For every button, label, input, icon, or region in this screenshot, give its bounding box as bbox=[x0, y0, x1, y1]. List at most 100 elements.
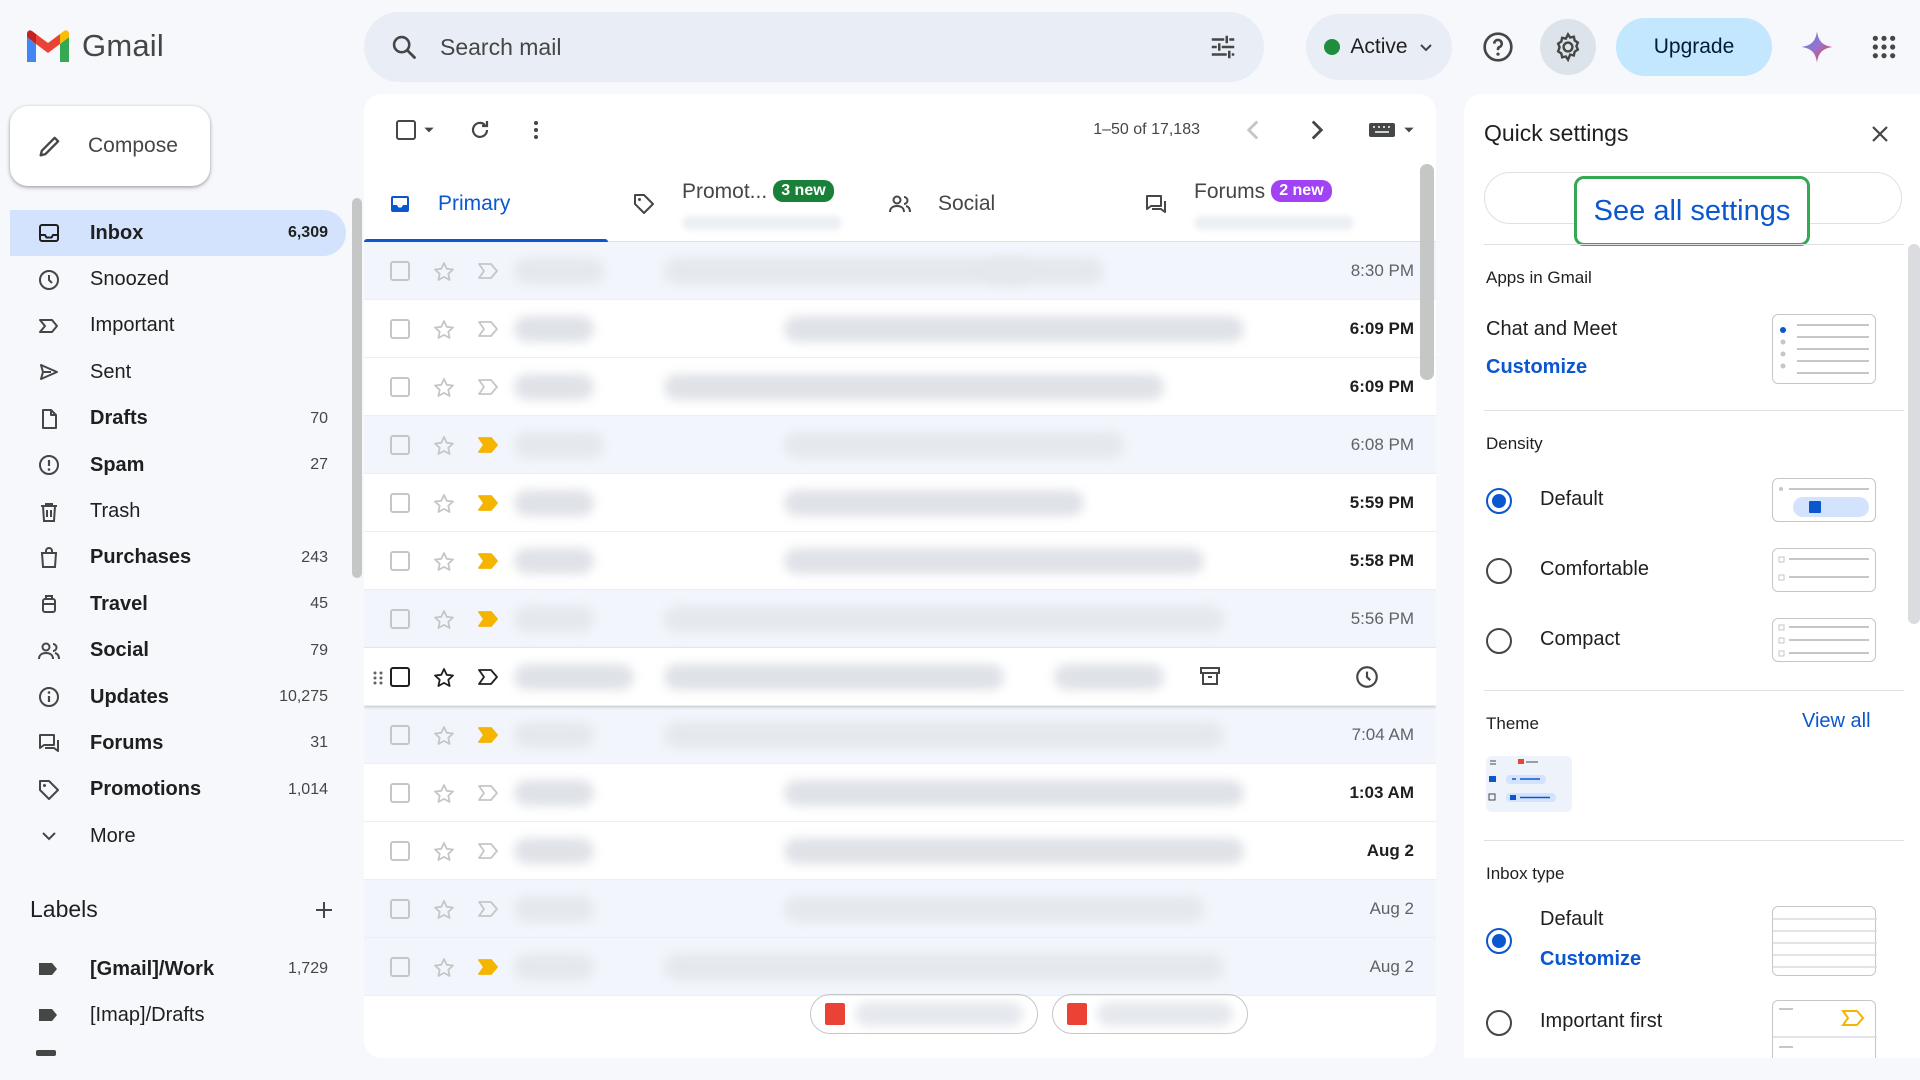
star-icon[interactable] bbox=[432, 260, 456, 289]
archive-icon[interactable] bbox=[1198, 664, 1222, 693]
gmail-logo[interactable]: Gmail bbox=[26, 28, 164, 64]
sidebar-item-snoozed[interactable]: Snoozed bbox=[10, 256, 346, 302]
important-marker-icon[interactable] bbox=[477, 726, 499, 749]
email-row[interactable]: 7:04 AM bbox=[364, 706, 1436, 764]
prev-page-icon[interactable] bbox=[1236, 113, 1270, 147]
star-icon[interactable] bbox=[432, 376, 456, 405]
close-icon[interactable] bbox=[1868, 122, 1892, 146]
star-icon[interactable] bbox=[432, 550, 456, 579]
drag-handle-icon[interactable] bbox=[372, 670, 384, 691]
sidebar-item-forums[interactable]: Forums 31 bbox=[10, 720, 346, 766]
status-dropdown[interactable]: Active bbox=[1306, 14, 1452, 80]
tab-forums[interactable]: Forums 2 new bbox=[1120, 166, 1376, 242]
density-option-comfortable[interactable]: Comfortable bbox=[1540, 558, 1649, 581]
email-row[interactable]: 1:03 AM bbox=[364, 764, 1436, 822]
sidebar-item-sent[interactable]: Sent bbox=[10, 349, 346, 395]
sidebar-item-updates[interactable]: Updates 10,275 bbox=[10, 674, 346, 720]
important-marker-icon[interactable] bbox=[477, 552, 499, 575]
star-icon[interactable] bbox=[432, 492, 456, 521]
important-marker-icon[interactable] bbox=[477, 436, 499, 459]
refresh-icon[interactable] bbox=[460, 110, 500, 150]
search-input[interactable]: Search mail bbox=[440, 34, 1208, 61]
important-marker-icon[interactable] bbox=[477, 378, 499, 401]
row-checkbox[interactable] bbox=[390, 956, 410, 977]
inbox-type-important-first-radio[interactable] bbox=[1486, 1010, 1512, 1036]
row-checkbox[interactable] bbox=[390, 434, 410, 455]
density-option-default[interactable]: Default bbox=[1540, 488, 1603, 511]
important-marker-icon[interactable] bbox=[477, 320, 499, 343]
important-marker-icon[interactable] bbox=[477, 958, 499, 981]
email-row[interactable]: Aug 2 bbox=[364, 880, 1436, 938]
density-compact-radio[interactable] bbox=[1486, 628, 1512, 654]
row-checkbox[interactable] bbox=[390, 376, 410, 397]
row-checkbox[interactable] bbox=[390, 840, 410, 861]
see-all-settings-button[interactable]: See all settings bbox=[1574, 176, 1810, 246]
density-option-compact[interactable]: Compact bbox=[1540, 628, 1620, 651]
row-checkbox[interactable] bbox=[390, 318, 410, 339]
email-row[interactable]: 8:30 PM bbox=[364, 242, 1436, 300]
star-icon[interactable] bbox=[432, 898, 456, 927]
star-icon[interactable] bbox=[432, 956, 456, 985]
row-checkbox[interactable] bbox=[390, 260, 410, 281]
email-row[interactable]: Aug 2 bbox=[364, 822, 1436, 880]
density-default-radio[interactable] bbox=[1486, 488, 1512, 514]
email-row[interactable] bbox=[364, 648, 1436, 706]
row-checkbox[interactable] bbox=[390, 608, 410, 629]
next-page-icon[interactable] bbox=[1300, 113, 1334, 147]
email-row[interactable]: 5:56 PM bbox=[364, 590, 1436, 648]
email-row[interactable]: 5:59 PM bbox=[364, 474, 1436, 532]
theme-thumbnail[interactable] bbox=[1486, 756, 1572, 812]
sidebar-item-travel[interactable]: Travel 45 bbox=[10, 581, 346, 627]
help-icon[interactable] bbox=[1470, 19, 1526, 75]
important-marker-icon[interactable] bbox=[477, 842, 499, 865]
email-row[interactable]: 6:09 PM bbox=[364, 358, 1436, 416]
row-checkbox[interactable] bbox=[390, 898, 410, 919]
row-checkbox[interactable] bbox=[390, 724, 410, 745]
sidebar-item-social[interactable]: Social 79 bbox=[10, 628, 346, 674]
important-marker-icon[interactable] bbox=[477, 900, 499, 923]
sidebar-item-purchases[interactable]: Purchases 243 bbox=[10, 535, 346, 581]
sidebar-item-important[interactable]: Important bbox=[10, 303, 346, 349]
tab-social[interactable]: Social bbox=[864, 166, 1120, 242]
important-marker-icon[interactable] bbox=[477, 494, 499, 517]
row-checkbox[interactable] bbox=[390, 782, 410, 803]
email-row[interactable]: 6:08 PM bbox=[364, 416, 1436, 474]
tab-primary[interactable]: Primary bbox=[364, 166, 608, 243]
star-icon[interactable] bbox=[432, 840, 456, 869]
star-icon[interactable] bbox=[432, 434, 456, 463]
more-vert-icon[interactable] bbox=[516, 110, 556, 150]
sidebar-item-promotions[interactable]: Promotions 1,014 bbox=[10, 767, 346, 813]
label-item-imap-drafts[interactable]: [Imap]/Drafts bbox=[10, 992, 346, 1038]
sidebar-item-spam[interactable]: Spam 27 bbox=[10, 442, 346, 488]
apps-customize-link[interactable]: Customize bbox=[1486, 356, 1587, 379]
attachment-chip[interactable] bbox=[1052, 994, 1248, 1034]
theme-view-all-link[interactable]: View all bbox=[1802, 710, 1871, 733]
compose-button[interactable]: Compose bbox=[10, 106, 210, 186]
email-row[interactable]: Aug 2 bbox=[364, 938, 1436, 996]
upgrade-button[interactable]: Upgrade bbox=[1616, 18, 1772, 76]
tab-promotions[interactable]: Promot... 3 new bbox=[608, 166, 864, 242]
sidebar-item-drafts[interactable]: Drafts 70 bbox=[10, 396, 346, 442]
search-icon[interactable] bbox=[390, 33, 418, 61]
settings-gear-icon[interactable] bbox=[1540, 19, 1596, 75]
attachment-chip[interactable] bbox=[810, 994, 1038, 1034]
row-checkbox[interactable] bbox=[390, 666, 410, 687]
snooze-icon[interactable] bbox=[1354, 664, 1380, 695]
gemini-sparkle-icon[interactable] bbox=[1789, 19, 1845, 75]
star-icon[interactable] bbox=[432, 724, 456, 753]
important-marker-icon[interactable] bbox=[477, 668, 499, 691]
row-checkbox[interactable] bbox=[390, 550, 410, 571]
quick-settings-scrollbar[interactable] bbox=[1908, 244, 1920, 624]
sidebar-item-trash[interactable]: Trash bbox=[10, 488, 346, 534]
search-bar[interactable]: Search mail bbox=[364, 12, 1264, 82]
inbox-type-default-radio[interactable] bbox=[1486, 928, 1512, 954]
star-icon[interactable] bbox=[432, 608, 456, 637]
important-marker-icon[interactable] bbox=[477, 610, 499, 633]
inbox-type-option-default[interactable]: Default bbox=[1540, 908, 1603, 931]
inbox-type-customize-link[interactable]: Customize bbox=[1540, 948, 1641, 971]
sidebar-scrollbar[interactable] bbox=[352, 198, 362, 578]
important-marker-icon[interactable] bbox=[477, 784, 499, 807]
add-label-icon[interactable] bbox=[312, 898, 336, 922]
input-tools-dropdown[interactable] bbox=[1368, 120, 1416, 140]
star-icon[interactable] bbox=[432, 782, 456, 811]
